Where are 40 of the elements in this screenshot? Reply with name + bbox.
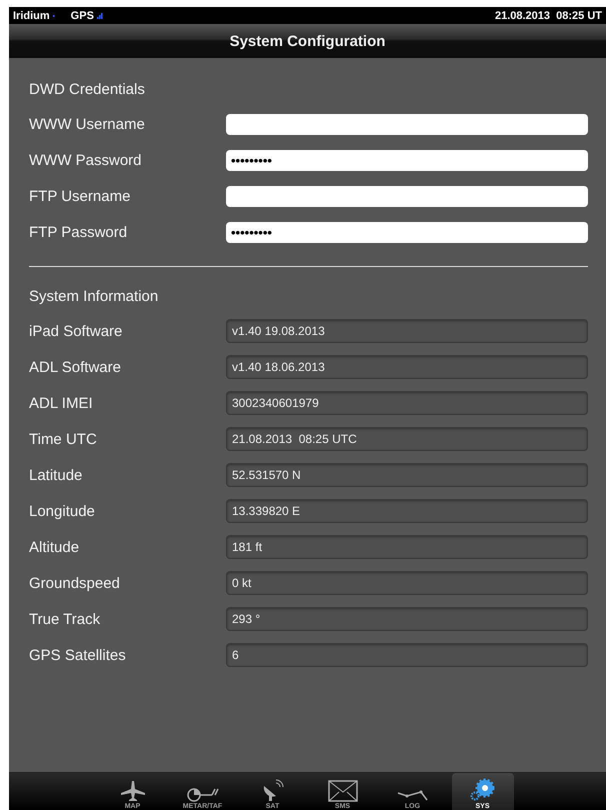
- windsock-icon: [186, 786, 220, 802]
- field-label: Altitude: [29, 538, 80, 556]
- field-label: iPad Software: [29, 322, 124, 340]
- airplane-icon: [120, 780, 146, 802]
- field-label: GPS Satellites: [29, 646, 127, 664]
- field-label: ADL Software: [29, 358, 122, 376]
- value-field: v1.40 18.06.2013: [226, 355, 588, 379]
- value-field: 21.08.2013 08:25 UTC: [226, 427, 588, 451]
- value-field: v1.40 19.08.2013: [226, 319, 588, 343]
- value-field: 52.531570 N: [226, 463, 588, 487]
- value-field: 6: [226, 643, 588, 667]
- envelope-icon: [328, 780, 358, 802]
- section-heading: System Information: [29, 286, 160, 306]
- gps-label: GPS: [70, 10, 94, 22]
- field-label: True Track: [29, 610, 102, 628]
- value-field: 293 °: [226, 607, 588, 631]
- field-label: Latitude: [29, 466, 84, 484]
- input-field[interactable]: [226, 186, 588, 206]
- screen-title: System Configuration: [230, 32, 386, 50]
- field-label: FTP Username: [29, 188, 132, 204]
- iridium-label: Iridium: [13, 10, 50, 22]
- field-label: FTP Password: [29, 224, 128, 240]
- field-label: ADL IMEI: [29, 394, 94, 412]
- input-field[interactable]: •••••••••: [226, 150, 588, 170]
- value-field: 13.339820 E: [226, 499, 588, 523]
- signal-icon: [96, 12, 103, 18]
- input-field[interactable]: [226, 114, 588, 134]
- field-label: Longitude: [29, 502, 96, 520]
- flight-path-icon: [396, 790, 428, 802]
- section-heading: DWD Credentials: [29, 80, 146, 100]
- field-label: WWW Username: [29, 116, 146, 132]
- field-label: Time UTC: [29, 430, 98, 448]
- input-field[interactable]: •••••••••: [226, 222, 588, 242]
- date-time: 21.08.2013 08:25 UT: [494, 10, 602, 22]
- field-label: WWW Password: [29, 152, 142, 168]
- value-field: 181 ft: [226, 535, 588, 559]
- field-label: Groundspeed: [29, 574, 121, 592]
- value-field: 0 kt: [226, 571, 588, 595]
- value-field: 3002340601979: [226, 391, 588, 415]
- gears-icon: [468, 778, 496, 802]
